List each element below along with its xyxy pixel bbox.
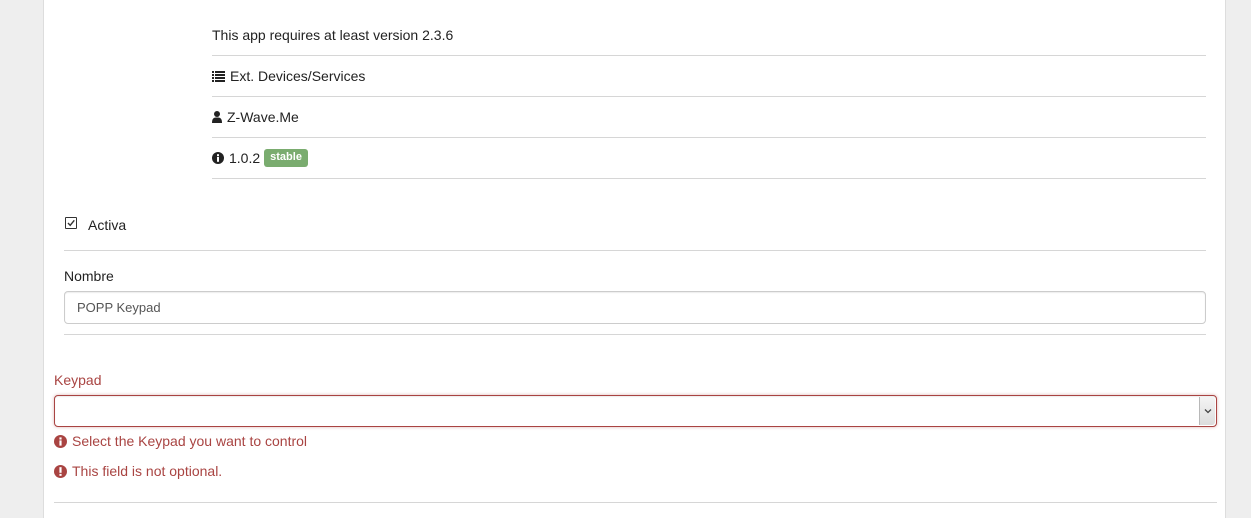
- chevron-down-icon: [1204, 409, 1211, 414]
- info-circle-icon: [212, 152, 224, 164]
- keypad-help-message: Select the Keypad you want to control: [54, 433, 307, 449]
- active-checkbox[interactable]: [65, 217, 77, 229]
- select-dropdown-button[interactable]: [1199, 397, 1215, 425]
- requirement-text: This app requires at least version 2.3.6: [212, 27, 454, 43]
- author-row: Z-Wave.Me: [212, 97, 1206, 138]
- info-circle-icon: [54, 434, 67, 448]
- exclamation-circle-icon: [54, 464, 67, 478]
- category-row: Ext. Devices/Services: [212, 56, 1206, 97]
- active-label: Activa: [88, 217, 127, 233]
- requirement-row: This app requires at least version 2.3.6: [212, 15, 1206, 56]
- version-row: 1.0.2 stable: [212, 138, 1206, 179]
- keypad-label: Keypad: [54, 372, 102, 388]
- version-text: 1.0.2: [229, 150, 261, 166]
- keypad-error-message: This field is not optional.: [54, 463, 222, 479]
- author-text: Z-Wave.Me: [227, 109, 299, 125]
- divider: [54, 502, 1217, 503]
- divider: [64, 334, 1206, 335]
- name-label: Nombre: [64, 268, 114, 284]
- app-config-panel: This app requires at least version 2.3.6…: [43, 0, 1226, 518]
- keypad-help-text: Select the Keypad you want to control: [72, 433, 308, 449]
- category-text: Ext. Devices/Services: [230, 68, 366, 84]
- keypad-error-text: This field is not optional.: [72, 463, 223, 479]
- keypad-select[interactable]: [54, 395, 1217, 427]
- list-icon: [212, 70, 225, 82]
- name-input[interactable]: [64, 291, 1206, 324]
- user-icon: [212, 111, 222, 123]
- status-badge: stable: [264, 149, 308, 167]
- active-row: Activa: [64, 210, 1206, 251]
